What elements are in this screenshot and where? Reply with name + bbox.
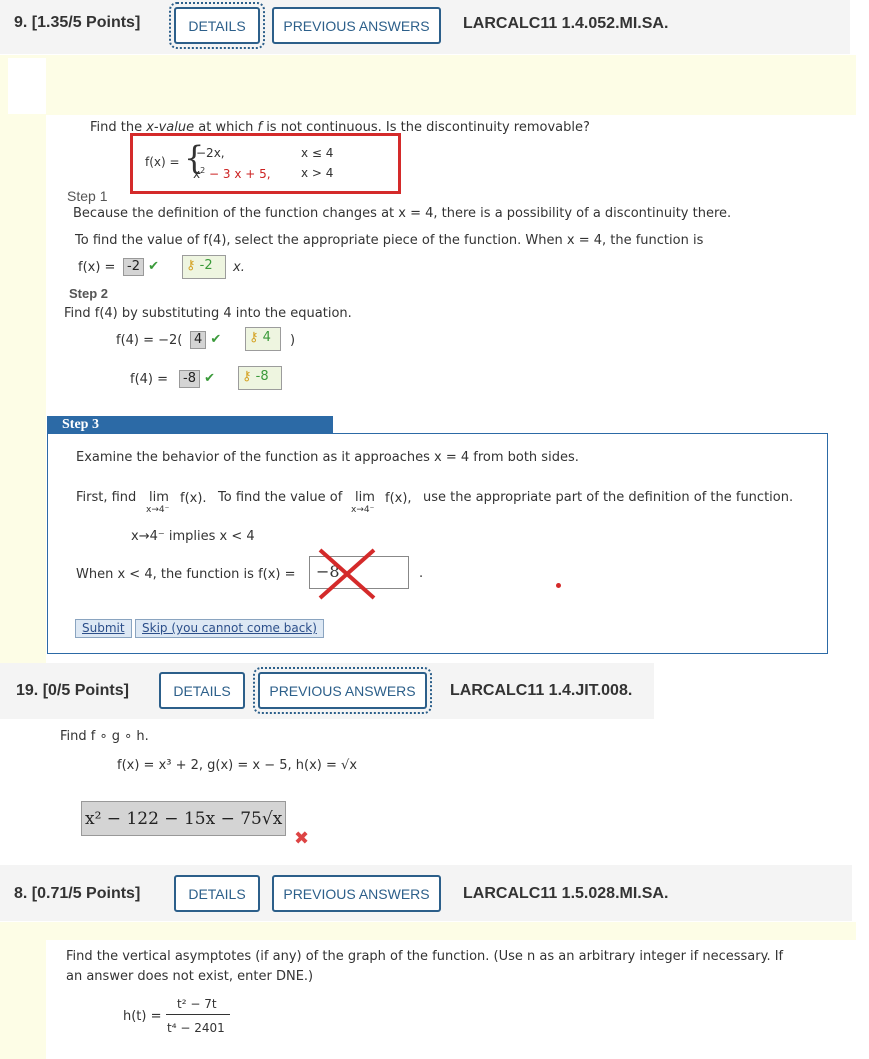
- check-icon: ✔: [210, 332, 222, 347]
- piecewise-row2-cond: x > 4: [301, 166, 334, 180]
- q8-points: 8. [0.71/5 Points]: [14, 885, 141, 902]
- step3-use-part: use the appropriate part of the definiti…: [423, 490, 794, 505]
- q8-left-bar: [0, 922, 46, 1059]
- key-icon: ⚷: [186, 258, 196, 273]
- q19-question-id: LARCALC11 1.4.JIT.008.: [450, 682, 633, 699]
- step2-row1-answer: 4: [190, 331, 207, 349]
- q8-prompt-line2: an answer does not exist, enter DNE.): [66, 969, 314, 984]
- check-icon: ✔: [204, 371, 216, 386]
- q9-top-bar: [46, 55, 856, 115]
- q9-white-patch: [8, 58, 46, 114]
- step1-line2: To find the value of f(4), select the ap…: [75, 233, 704, 248]
- step3-implies: x→4⁻ implies x < 4: [131, 529, 255, 544]
- q8-question-id: LARCALC11 1.5.028.MI.SA.: [463, 885, 669, 902]
- skip-button[interactable]: Skip (you cannot come back): [135, 619, 324, 638]
- step1-title: Step 1: [67, 188, 108, 204]
- q9-previous-answers-button[interactable]: PREVIOUS ANSWERS: [272, 7, 441, 44]
- key-icon: ⚷: [242, 369, 252, 384]
- step3-lim1: lim: [149, 490, 169, 505]
- step3-line1: Examine the behavior of the function as …: [76, 450, 579, 465]
- step2-row2-key-box: ⚷ -8: [238, 366, 282, 390]
- q8-denominator: t⁴ − 2401: [167, 1021, 225, 1035]
- step2-row1-close: ): [290, 333, 296, 348]
- step2-row1-label: f(4) = −2(: [116, 333, 183, 348]
- step3-when-line: When x < 4, the function is f(x) =: [76, 567, 296, 582]
- q8-ht-label: h(t) =: [123, 1009, 162, 1024]
- red-dot: [556, 583, 561, 588]
- q8-numerator: t² − 7t: [177, 997, 217, 1011]
- step2-row2-answer-row: -8 ✔: [179, 370, 215, 388]
- q19-functions: f(x) = x³ + 2, g(x) = x − 5, h(x) = √x: [117, 758, 358, 773]
- step1-key-box: ⚷ -2: [182, 255, 226, 279]
- step2-title: Step 2: [69, 286, 109, 301]
- q19-points: 19. [0/5 Points]: [16, 682, 129, 699]
- q19-details-button[interactable]: DETAILS: [159, 672, 245, 709]
- step3-lim2: lim: [355, 490, 375, 505]
- q19-prompt: Find f ∘ g ∘ h.: [60, 729, 149, 744]
- q19-previous-answers-button[interactable]: PREVIOUS ANSWERS: [253, 667, 432, 714]
- piecewise-row1-cond: x ≤ 4: [301, 146, 334, 160]
- piecewise-row2-expr: x2 − 3 x + 5,: [193, 166, 271, 181]
- wrong-x-icon: [318, 548, 376, 600]
- step3-period: .: [419, 566, 424, 581]
- q19-answer: x² − 122 − 15x − 75√x: [85, 809, 283, 829]
- step2-row2-answer: -8: [179, 370, 200, 388]
- step1-answer: -2: [123, 258, 144, 276]
- step3-title: Step 3: [62, 417, 99, 432]
- q9-points: 9. [1.35/5 Points]: [14, 14, 141, 31]
- step2-row1-answer-row: 4 ✔: [190, 331, 221, 349]
- step2-row2-label: f(4) =: [130, 372, 169, 387]
- step3-lim2-sub: x→4⁻: [351, 505, 375, 515]
- step3-to-find: To find the value of: [218, 490, 343, 505]
- step3-fx2: f(x),: [385, 491, 412, 506]
- wrong-icon: ✖: [294, 828, 310, 849]
- step1-suffix: x.: [233, 260, 245, 275]
- step1-answer-row: -2 ✔: [123, 258, 159, 276]
- q9-details-button[interactable]: DETAILS: [169, 2, 265, 49]
- piecewise-row1-expr: −2x,: [196, 146, 225, 160]
- step3-fx1: f(x).: [180, 491, 207, 506]
- step3-first-find: First, find: [76, 490, 137, 505]
- step2-row1-key-box: ⚷ 4: [245, 327, 281, 351]
- q9-left-bar: [0, 55, 46, 663]
- submit-button[interactable]: Submit: [75, 619, 132, 638]
- q9-question-id: LARCALC11 1.4.052.MI.SA.: [463, 15, 669, 32]
- q8-previous-answers-button[interactable]: PREVIOUS ANSWERS: [272, 875, 441, 912]
- q8-prompt-line1: Find the vertical asymptotes (if any) of…: [66, 949, 784, 964]
- piecewise-lhs: f(x) =: [145, 155, 180, 169]
- step1-line1: Because the definition of the function c…: [73, 206, 732, 221]
- step2-line1: Find f(4) by substituting 4 into the equ…: [64, 306, 352, 321]
- q8-top-bar: [46, 922, 856, 940]
- key-icon: ⚷: [249, 330, 259, 345]
- step3-lim1-sub: x→4⁻: [146, 505, 170, 515]
- q8-fraction-bar: [166, 1014, 230, 1015]
- check-icon: ✔: [148, 259, 160, 274]
- q8-details-button[interactable]: DETAILS: [174, 875, 260, 912]
- step1-fx-label: f(x) =: [78, 260, 116, 275]
